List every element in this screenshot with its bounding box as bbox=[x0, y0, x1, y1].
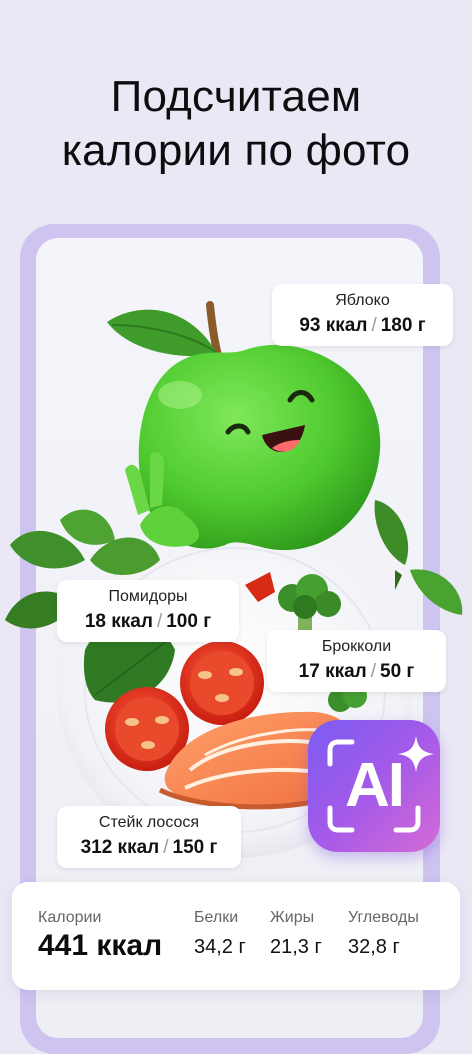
ai-badge[interactable]: AI bbox=[308, 720, 440, 852]
separator: / bbox=[370, 661, 377, 682]
food-values: 18 ккал/100 г bbox=[69, 610, 227, 634]
nutrition-summary-card: Калории 441 ккал Белки 34,2 г Жиры 21,3 … bbox=[12, 882, 460, 990]
food-name: Стейк лосося bbox=[98, 814, 200, 831]
food-kcal: 312 ккал bbox=[80, 837, 160, 858]
protein-value: 34,2 г bbox=[194, 936, 246, 958]
food-kcal: 93 ккал bbox=[299, 315, 368, 336]
food-kcal: 17 ккал bbox=[298, 661, 367, 682]
headline-line-1: Подсчитаем bbox=[110, 72, 362, 121]
calories-value: 441 ккал bbox=[38, 929, 163, 962]
food-name: Помидоры bbox=[108, 588, 188, 605]
food-grams: 100 г bbox=[166, 611, 212, 632]
carbs-value: 32,8 г bbox=[348, 936, 400, 958]
food-values: 17 ккал/50 г bbox=[279, 660, 434, 684]
carbs-label: Углеводы bbox=[348, 909, 419, 926]
food-values: 312 ккал/150 г bbox=[69, 836, 229, 860]
ai-label: AI bbox=[345, 751, 405, 820]
headline-line-2: калории по фото bbox=[61, 126, 411, 175]
food-values: 93 ккал/180 г bbox=[284, 314, 441, 338]
separator: / bbox=[156, 611, 163, 632]
food-tag-tomatoes[interactable]: Помидоры 18 ккал/100 г bbox=[57, 580, 239, 642]
food-grams: 150 г bbox=[172, 837, 218, 858]
food-tag-salmon[interactable]: Стейк лосося 312 ккал/150 г bbox=[57, 806, 241, 868]
calories-label: Калории bbox=[38, 909, 102, 926]
protein-label: Белки bbox=[194, 909, 239, 926]
food-kcal: 18 ккал bbox=[84, 611, 153, 632]
food-tag-broccoli[interactable]: Брокколи 17 ккал/50 г bbox=[267, 630, 446, 692]
page-title: Подсчитаем калории по фото bbox=[0, 70, 472, 178]
fat-label: Жиры bbox=[270, 909, 315, 926]
food-name: Яблоко bbox=[335, 292, 390, 309]
fat-value: 21,3 г bbox=[270, 936, 322, 958]
food-tag-apple[interactable]: Яблоко 93 ккал/180 г bbox=[272, 284, 453, 346]
food-grams: 50 г bbox=[380, 661, 415, 682]
food-name: Брокколи bbox=[321, 638, 392, 655]
separator: / bbox=[163, 837, 169, 858]
separator: / bbox=[371, 315, 377, 336]
food-grams: 180 г bbox=[380, 315, 426, 336]
